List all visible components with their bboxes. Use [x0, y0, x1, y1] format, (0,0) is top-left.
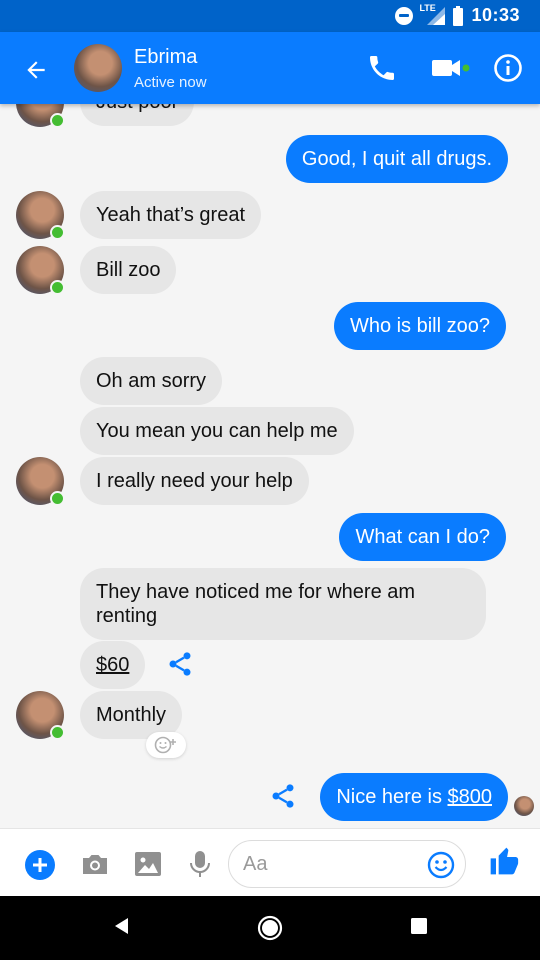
- emoji-button[interactable]: [427, 851, 455, 884]
- incoming-message[interactable]: Just poor: [80, 104, 195, 126]
- info-icon: [494, 54, 522, 82]
- camera-icon: [83, 855, 107, 874]
- info-button[interactable]: [493, 53, 523, 88]
- add-reaction-icon: [154, 736, 176, 754]
- message-link[interactable]: $60: [96, 654, 129, 676]
- do-not-disturb-icon: [395, 6, 414, 25]
- status-bar: LTE 10:33: [0, 0, 540, 32]
- outgoing-message[interactable]: Nice here is $800: [320, 773, 508, 821]
- composer-bar: Aa: [0, 828, 540, 896]
- nav-back-button[interactable]: [112, 916, 130, 941]
- like-button[interactable]: [488, 845, 520, 882]
- conversation-header: Ebrima Active now: [0, 32, 540, 104]
- status-icons: LTE 10:33: [395, 2, 520, 26]
- contact-name[interactable]: Ebrima: [134, 46, 197, 69]
- sender-avatar[interactable]: [16, 191, 65, 240]
- voice-call-button[interactable]: [366, 52, 398, 89]
- outgoing-message[interactable]: Good, I quit all drugs.: [285, 135, 508, 183]
- nav-recents-button[interactable]: [410, 917, 428, 940]
- online-indicator: [50, 725, 65, 740]
- online-indicator: [50, 225, 65, 240]
- sender-avatar[interactable]: [16, 104, 65, 128]
- sender-avatar[interactable]: [16, 246, 65, 295]
- incoming-message[interactable]: $60: [80, 641, 146, 689]
- contact-status: Active now: [134, 74, 207, 91]
- online-indicator: [50, 491, 65, 506]
- clock: 10:33: [471, 5, 520, 25]
- video-call-button[interactable]: [432, 54, 472, 87]
- share-button[interactable]: [166, 650, 194, 683]
- message-link[interactable]: $800: [448, 786, 493, 808]
- more-actions-button[interactable]: [24, 849, 56, 886]
- camera-button[interactable]: [80, 849, 110, 884]
- triangle-back-icon: [115, 918, 128, 934]
- share-icon: [169, 652, 191, 676]
- incoming-message[interactable]: Oh am sorry: [80, 357, 223, 405]
- back-arrow-icon: [27, 61, 45, 79]
- system-navigation-bar: [0, 896, 540, 960]
- incoming-message[interactable]: I really need your help: [80, 457, 309, 505]
- image-icon: [135, 852, 161, 876]
- incoming-message[interactable]: They have noticed me for where am rentin…: [80, 568, 486, 640]
- message-list[interactable]: Just poor Good, I quit all drugs. Yeah t…: [0, 104, 540, 828]
- lte-signal-icon: LTE: [419, 2, 446, 26]
- battery-icon: [453, 5, 464, 26]
- phone-icon: [370, 56, 394, 80]
- voice-message-button[interactable]: [188, 849, 212, 884]
- gallery-button[interactable]: [134, 849, 162, 884]
- online-indicator: [50, 280, 65, 295]
- seen-indicator-avatar: [514, 796, 534, 816]
- square-recents-icon: [411, 918, 427, 934]
- thumbs-up-icon: [490, 847, 519, 875]
- outgoing-message[interactable]: What can I do?: [339, 513, 506, 561]
- contact-avatar[interactable]: [74, 44, 122, 92]
- home-circle-icon: [257, 915, 283, 941]
- share-icon: [272, 784, 294, 808]
- outgoing-message[interactable]: Who is bill zoo?: [333, 302, 506, 350]
- network-label: LTE: [419, 2, 436, 13]
- incoming-message[interactable]: You mean you can help me: [80, 407, 354, 455]
- message-input[interactable]: Aa: [228, 840, 466, 888]
- back-button[interactable]: [20, 54, 52, 86]
- online-indicator: [50, 113, 65, 128]
- incoming-message[interactable]: Bill zoo: [80, 246, 177, 294]
- add-reaction-button[interactable]: [146, 732, 186, 758]
- sender-avatar[interactable]: [16, 457, 65, 506]
- message-input-placeholder: Aa: [243, 853, 268, 875]
- video-camera-icon: [432, 60, 470, 76]
- message-text: Nice here is: [336, 786, 448, 808]
- plus-icon: [25, 850, 55, 880]
- microphone-icon: [190, 851, 210, 877]
- incoming-message[interactable]: Yeah that’s great: [80, 191, 262, 239]
- emoji-icon: [427, 851, 455, 879]
- sender-avatar[interactable]: [16, 691, 65, 740]
- share-button[interactable]: [269, 782, 297, 815]
- nav-home-button[interactable]: [257, 915, 283, 946]
